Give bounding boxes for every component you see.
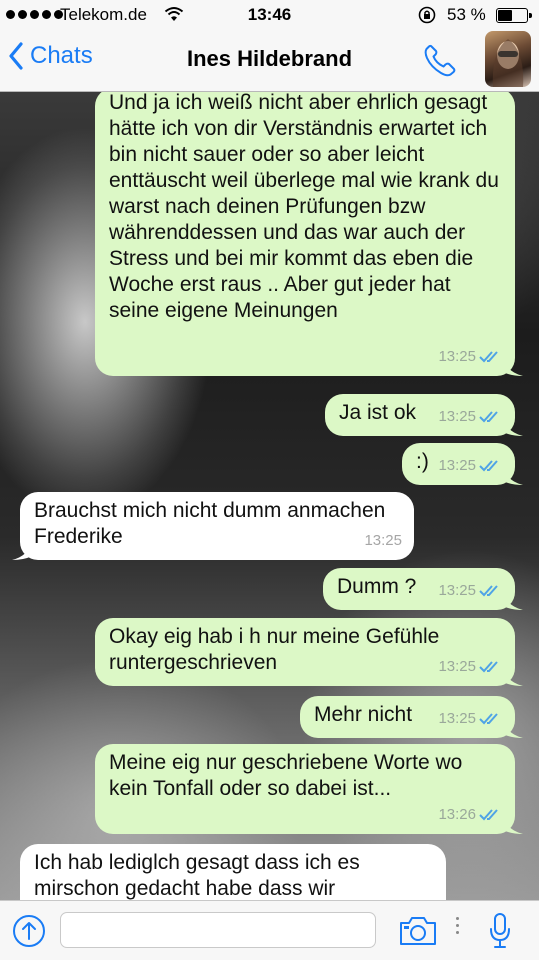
- message-bubble-incoming[interactable]: Ich hab lediglch gesagt dass ich es mirs…: [20, 844, 446, 900]
- message-bubble-outgoing[interactable]: Meine eig nur geschriebene Worte wo kein…: [95, 744, 523, 834]
- orientation-lock-icon: [418, 6, 436, 29]
- message-bubble-outgoing[interactable]: Ja ist ok 13:25: [325, 394, 523, 436]
- message-meta: 13:25: [438, 578, 503, 604]
- separator-dots: [456, 917, 459, 934]
- read-receipt-icon: [479, 411, 498, 423]
- camera-button[interactable]: [398, 915, 438, 952]
- camera-icon: [400, 917, 436, 945]
- message-input-bar: [0, 900, 539, 960]
- message-bubble-incoming[interactable]: Brauchst mich nicht dumm anmachen Freder…: [12, 492, 414, 560]
- bubble-tail: [12, 542, 32, 560]
- message-meta: 13:25: [438, 344, 503, 370]
- message-time: 13:25: [438, 658, 476, 675]
- phone-icon: [424, 44, 456, 77]
- read-receipt-icon: [479, 713, 498, 725]
- message-text: Brauchst mich nicht dumm anmachen Freder…: [34, 499, 392, 548]
- chat-background: Und ja ich weiß nicht aber ehrlich gesag…: [0, 92, 539, 900]
- contact-name[interactable]: Ines Hildebrand: [0, 46, 539, 72]
- message-meta: 13:25: [364, 528, 402, 554]
- message-time: 13:25: [438, 710, 476, 727]
- chat-header: Chats Ines Hildebrand: [0, 30, 539, 92]
- read-receipt-icon: [479, 585, 498, 597]
- message-bubble-outgoing[interactable]: :) 13:25: [402, 443, 523, 485]
- message-time: 13:25: [438, 408, 476, 425]
- message-input[interactable]: [60, 912, 376, 948]
- message-time: 13:25: [438, 348, 476, 365]
- message-meta: 13:26: [438, 802, 503, 828]
- battery-percent: 53 %: [447, 5, 486, 24]
- message-text: Meine eig nur geschriebene Worte wo kein…: [109, 751, 469, 800]
- read-receipt-icon: [479, 661, 498, 673]
- bubble-tail: [503, 668, 523, 686]
- bubble-tail: [503, 592, 523, 610]
- message-time: 13:26: [438, 806, 476, 823]
- message-meta: 13:25: [438, 453, 503, 479]
- share-button[interactable]: [12, 914, 46, 953]
- message-meta: 13:25: [438, 404, 503, 430]
- message-time: 13:25: [364, 532, 402, 549]
- message-meta: 13:25: [438, 654, 503, 680]
- read-receipt-icon: [479, 460, 498, 472]
- read-receipt-icon: [479, 809, 498, 821]
- bubble-tail: [503, 467, 523, 485]
- message-bubble-outgoing[interactable]: Und ja ich weiß nicht aber ehrlich gesag…: [95, 92, 523, 376]
- message-text: Ich hab lediglch gesagt dass ich es mirs…: [34, 851, 366, 900]
- message-bubble-outgoing[interactable]: Mehr nicht 13:25: [300, 696, 523, 738]
- bubble-tail: [503, 418, 523, 436]
- message-time: 13:25: [438, 582, 476, 599]
- bubble-tail: [503, 358, 523, 376]
- message-bubble-outgoing[interactable]: Okay eig hab i h nur meine Gefühle runte…: [95, 618, 523, 686]
- voice-message-button[interactable]: [488, 912, 512, 955]
- bubble-tail: [503, 720, 523, 738]
- message-text: Und ja ich weiß nicht aber ehrlich gesag…: [109, 92, 505, 322]
- message-bubble-outgoing[interactable]: Dumm ? 13:25: [323, 568, 523, 610]
- microphone-icon: [490, 913, 510, 948]
- status-bar: Telekom.de 13:46 53 %: [0, 0, 539, 30]
- battery-icon: [496, 8, 532, 23]
- bubble-tail: [503, 816, 523, 834]
- read-receipt-icon: [479, 351, 498, 363]
- message-meta: 13:25: [438, 706, 503, 732]
- upload-arrow-icon: [13, 915, 45, 947]
- contact-avatar[interactable]: [485, 31, 531, 87]
- call-button[interactable]: [422, 42, 458, 83]
- message-time: 13:25: [438, 457, 476, 474]
